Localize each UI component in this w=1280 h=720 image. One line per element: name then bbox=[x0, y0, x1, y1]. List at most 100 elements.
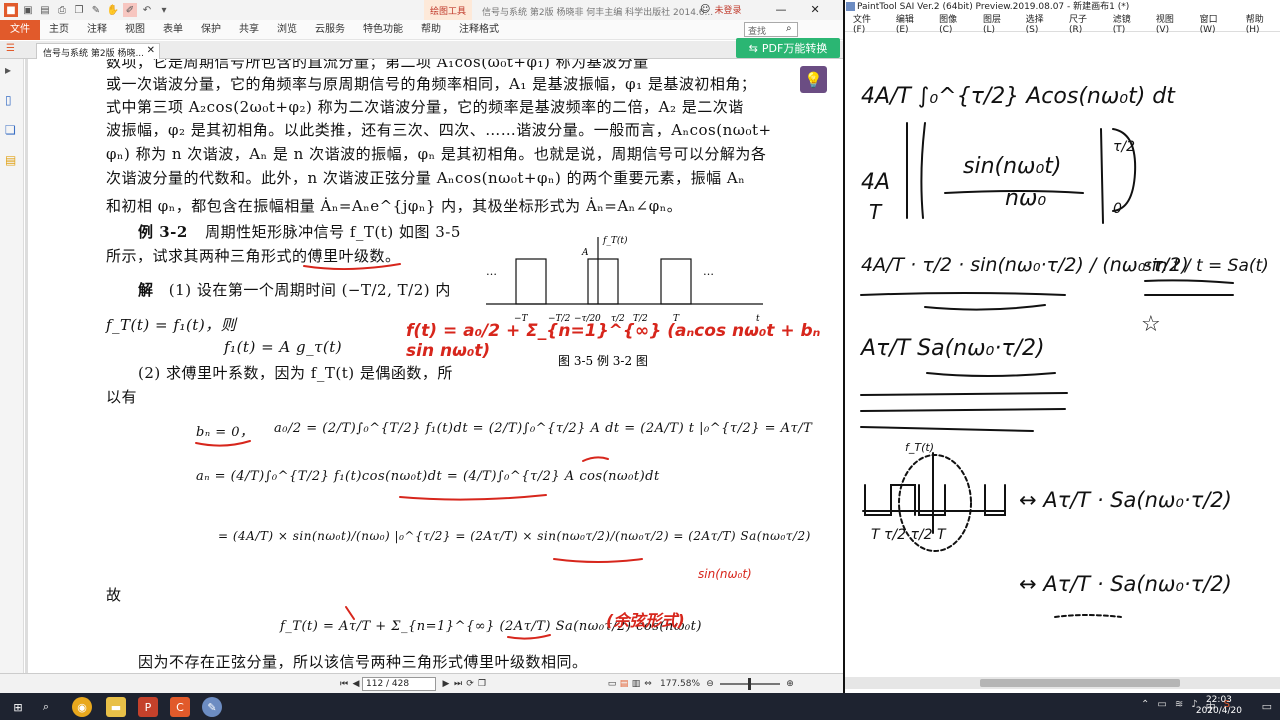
continuous-page-icon[interactable]: ▤ bbox=[618, 677, 630, 691]
ink-underline bbox=[1144, 279, 1234, 297]
single-page-icon[interactable]: ▭ bbox=[606, 677, 618, 691]
ink-underline bbox=[860, 292, 1066, 311]
red-underlines bbox=[195, 263, 643, 640]
fit-width-icon[interactable]: ⇔ bbox=[642, 677, 654, 691]
tab-drawing-tools[interactable]: 绘图工具 bbox=[424, 0, 472, 20]
lightbulb-icon[interactable]: 💡 bbox=[800, 66, 827, 93]
expand-arrow-icon[interactable]: ▸ bbox=[5, 63, 19, 77]
close-tab-icon[interactable]: ✕ bbox=[147, 45, 155, 56]
ink-star: ☆ bbox=[1141, 312, 1161, 337]
sai-menu-edit[interactable]: 编辑(E) bbox=[888, 12, 931, 35]
ink-sketch-axes bbox=[862, 452, 1006, 534]
sai-menu-select[interactable]: 选择(S) bbox=[1018, 12, 1061, 35]
drawing-canvas[interactable]: 4A/T ∫₀^{τ/2} Acos(nω₀t) dt 4A T sin(nω₀… bbox=[845, 33, 1280, 675]
painttool-sai-icon[interactable]: ✎ bbox=[202, 697, 222, 717]
underline bbox=[507, 634, 551, 640]
sai-menu-filter[interactable]: 滤镜(T) bbox=[1105, 12, 1148, 35]
chrome-icon[interactable]: ◉ bbox=[72, 697, 92, 717]
menu-file[interactable]: 文件 bbox=[0, 19, 40, 40]
ink-result-1: ↔ Aτ/T · Sa(nω₀·τ/2) bbox=[1019, 488, 1232, 512]
ink-sin: sin(nω₀t) bbox=[963, 154, 1062, 179]
prev-page-icon[interactable]: ◀ bbox=[350, 677, 362, 691]
sai-menu-layer[interactable]: 图层(L) bbox=[975, 12, 1018, 35]
copy-page-icon[interactable]: ❐ bbox=[476, 677, 488, 691]
file-explorer-icon[interactable]: ▬ bbox=[106, 697, 126, 717]
ink-line-4: Aτ/T Sa(nω₀·τ/2) bbox=[859, 336, 1045, 361]
ink-t: T bbox=[869, 200, 883, 224]
notification-icon[interactable]: ▭ bbox=[1262, 700, 1272, 713]
sai-app-icon bbox=[846, 2, 855, 11]
zoom-out-icon[interactable]: ⊖ bbox=[704, 677, 716, 691]
menu-comment-format[interactable]: 注释格式 bbox=[450, 20, 508, 40]
page-number-input[interactable]: 112 / 428 bbox=[362, 676, 436, 691]
sai-menu-bar: 文件(F) 编辑(E) 图像(C) 图层(L) 选择(S) 尺子(R) 滤镜(T… bbox=[845, 12, 1280, 35]
ink-underline bbox=[926, 372, 1056, 377]
new-icon[interactable]: ✎ bbox=[89, 3, 103, 17]
save-icon[interactable]: ▤ bbox=[38, 3, 52, 17]
pdf-convert-button[interactable]: ⇆ PDF万能转换 bbox=[736, 38, 840, 58]
first-page-icon[interactable]: ⏮ bbox=[338, 677, 350, 691]
two-page-icon[interactable]: ▥ bbox=[630, 677, 642, 691]
menu-home[interactable]: 主页 bbox=[40, 20, 78, 40]
menu-browse[interactable]: 浏览 bbox=[268, 20, 306, 40]
close-window-icon[interactable]: ✕ bbox=[810, 3, 819, 16]
sai-menu-file[interactable]: 文件(F) bbox=[845, 12, 888, 35]
menu-features[interactable]: 特色功能 bbox=[354, 20, 412, 40]
pdf-convert-label: PDF万能转换 bbox=[761, 42, 828, 55]
menu-form[interactable]: 表单 bbox=[154, 20, 192, 40]
menu-help[interactable]: 帮助 bbox=[412, 20, 450, 40]
minimize-icon[interactable]: — bbox=[775, 3, 786, 16]
ink-dashed-underline bbox=[1054, 614, 1122, 618]
sai-menu-image[interactable]: 图像(C) bbox=[931, 12, 975, 35]
zoom-slider[interactable] bbox=[720, 677, 781, 690]
sai-horizontal-scrollbar[interactable] bbox=[845, 677, 1280, 689]
ink-result-2: ↔ Aτ/T · Sa(nω₀·τ/2) bbox=[1019, 572, 1232, 596]
ink-sketch-label: f_T(t) bbox=[905, 441, 934, 454]
last-page-icon[interactable]: ⏭ bbox=[452, 677, 464, 691]
clock-time: 22:03 bbox=[1205, 695, 1232, 705]
login-area: ☺ 未登录 — ✕ bbox=[700, 3, 820, 16]
bookmark-icon[interactable]: ▯ bbox=[5, 93, 19, 107]
pencil-icon[interactable]: ✐ bbox=[123, 3, 137, 17]
comments-icon[interactable]: ▤ bbox=[5, 153, 19, 167]
sai-menu-ruler[interactable]: 尺子(R) bbox=[1061, 12, 1105, 35]
start-menu-icon[interactable]: ⊞ bbox=[8, 697, 28, 717]
zoom-slider-handle[interactable] bbox=[748, 677, 752, 690]
hand-tool-icon[interactable]: ✋ bbox=[106, 3, 120, 17]
powerpoint-icon[interactable]: P bbox=[138, 697, 158, 717]
sai-window-title: PaintTool SAI Ver.2 (64bit) Preview.2019… bbox=[857, 2, 1130, 12]
open-icon[interactable]: ▣ bbox=[21, 3, 35, 17]
menu-cloud[interactable]: 云服务 bbox=[306, 20, 354, 40]
rotate-icon[interactable]: ⟳ bbox=[464, 677, 476, 691]
next-page-icon[interactable]: ▶ bbox=[440, 677, 452, 691]
tray-up-icon[interactable]: ⌃ bbox=[1141, 699, 1149, 714]
document-tab[interactable]: 信号与系统 第2版 杨晓... ✕ bbox=[36, 43, 160, 59]
network-icon[interactable]: ▭ bbox=[1157, 699, 1166, 714]
sai-menu-window[interactable]: 窗口(W) bbox=[1192, 12, 1238, 35]
pages-icon[interactable]: ❏ bbox=[5, 123, 19, 137]
tab-menu-icon[interactable]: ☰ bbox=[6, 43, 15, 54]
menu-share[interactable]: 共享 bbox=[230, 20, 268, 40]
arrow-mark bbox=[345, 606, 355, 620]
print-icon[interactable]: ⎙ bbox=[55, 3, 69, 17]
dropdown-icon[interactable]: ▾ bbox=[157, 3, 171, 17]
zoom-in-icon[interactable]: ⊕ bbox=[784, 677, 796, 691]
sai-menu-view[interactable]: 视图(V) bbox=[1148, 12, 1192, 35]
sai-menu-help[interactable]: 帮助(H) bbox=[1238, 12, 1280, 35]
ink-sa-definition: sin t / t = Sa(t) bbox=[1143, 256, 1269, 276]
search-taskbar-icon[interactable]: ⌕ bbox=[36, 697, 56, 717]
search-icon[interactable]: ⌕ bbox=[786, 23, 792, 34]
copy-icon[interactable]: ❐ bbox=[72, 3, 86, 17]
menu-protect[interactable]: 保护 bbox=[192, 20, 230, 40]
user-icon[interactable]: ☺ bbox=[700, 4, 710, 15]
login-link[interactable]: 未登录 bbox=[714, 3, 741, 16]
undo-icon[interactable]: ↶ bbox=[140, 3, 154, 17]
menu-view[interactable]: 视图 bbox=[116, 20, 154, 40]
sai-scroll-thumb[interactable] bbox=[980, 679, 1180, 687]
pdf-reader-icon[interactable]: C bbox=[170, 697, 190, 717]
clock[interactable]: 22:03 2020/4/20 bbox=[1196, 695, 1242, 717]
app-logo-icon: ■ bbox=[4, 3, 18, 17]
wifi-icon[interactable]: ≋ bbox=[1175, 699, 1183, 714]
underline bbox=[582, 456, 609, 462]
menu-comment[interactable]: 注释 bbox=[78, 20, 116, 40]
